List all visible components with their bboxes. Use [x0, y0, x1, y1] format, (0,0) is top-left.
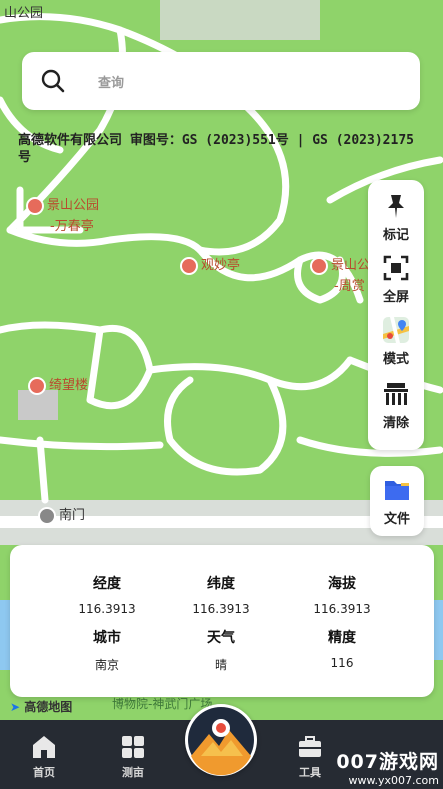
grid-icon [122, 736, 144, 758]
watermark: 007游戏网 www.yx007.com [336, 751, 439, 787]
poi-qiwang-tower[interactable]: 绮望楼 [28, 374, 88, 395]
poi-pin-icon [28, 376, 46, 395]
poi-zhoushang-pavilion[interactable]: 景山公 -周赏 [310, 254, 370, 294]
accuracy-field: 精度 116 [328, 630, 356, 670]
home-icon [33, 736, 55, 758]
fullscreen-icon [383, 255, 409, 281]
longitude-field: 经度 116.3913 [78, 576, 136, 616]
map-mode-icon [383, 317, 409, 343]
folder-icon [385, 481, 409, 500]
nav-tools[interactable]: 工具 [280, 734, 340, 780]
search-icon [41, 69, 65, 93]
locate-fab-button[interactable] [185, 704, 257, 776]
file-button[interactable]: 文件 [370, 466, 424, 536]
pin-icon [388, 195, 404, 218]
poi-guanmiao-pavilion[interactable]: 观妙亭 [180, 254, 240, 275]
poi-pin-icon [26, 196, 44, 215]
altitude-field: 海拔 116.3913 [313, 576, 371, 616]
clear-button[interactable]: 清除 [368, 380, 424, 431]
poi-south-gate[interactable]: 南门 [38, 504, 85, 525]
map-tools-panel: 标记 全屏 模式 清除 [368, 180, 424, 450]
amap-logo: ➤ 高德地图 [10, 700, 73, 714]
file-button-content: 文件 [370, 476, 424, 527]
mark-button[interactable]: 标记 [368, 192, 424, 243]
poi-pin-icon [180, 256, 198, 275]
clear-icon [384, 383, 408, 405]
search-placeholder: 查询 [98, 76, 125, 91]
weather-field: 天气 晴 [207, 630, 235, 672]
mountain-location-icon [188, 707, 254, 776]
navigate-icon: ➤ [10, 700, 21, 714]
latitude-field: 纬度 116.3913 [192, 576, 250, 616]
city-field: 城市 南京 [93, 630, 121, 672]
nav-measure[interactable]: 测亩 [103, 734, 163, 780]
poi-pin-icon [310, 256, 328, 275]
search-bar[interactable]: 查询 [22, 52, 420, 110]
map-label-park: 山公园 [4, 6, 44, 21]
toolbox-icon [299, 736, 321, 757]
gate-icon [38, 506, 56, 525]
location-info-card: 经度 116.3913 纬度 116.3913 海拔 116.3913 城市 南… [10, 545, 434, 697]
nav-home[interactable]: 首页 [14, 734, 74, 780]
map-mode-button[interactable]: 模式 [368, 316, 424, 367]
poi-wanchun-pavilion[interactable]: 景山公园 -万春亭 [26, 194, 99, 234]
fullscreen-button[interactable]: 全屏 [368, 254, 424, 305]
map-approval-number: 高德软件有限公司 审图号：GS (2023)551号 | GS (2023)21… [18, 133, 414, 165]
